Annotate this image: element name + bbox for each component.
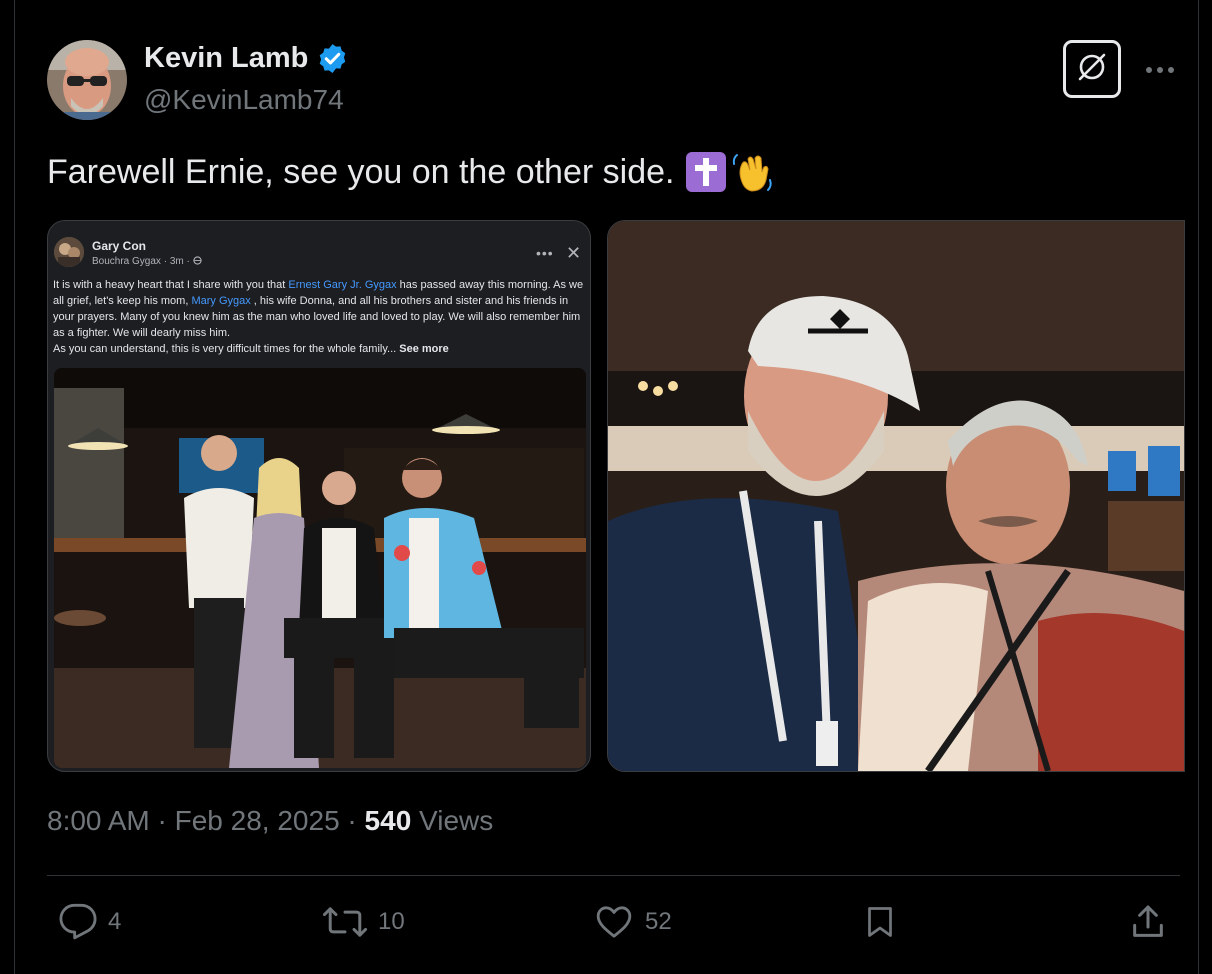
fb-link-ernest: Ernest Gary Jr. Gygax [288, 279, 397, 291]
bookmark-button[interactable] [862, 900, 898, 944]
author-name[interactable]: Kevin Lamb [144, 42, 349, 75]
divider [47, 875, 1180, 876]
tweet-text-content: Farewell Ernie, see you on the other sid… [47, 152, 675, 191]
fb-post-meta: Bouchra Gygax · 3m · [92, 256, 202, 267]
bookmark-icon [862, 902, 898, 942]
views-label: Views [419, 805, 494, 836]
fb-close-icon: ✕ [566, 243, 582, 263]
repost-button[interactable]: 10 [322, 900, 405, 944]
waving-hand-emoji-icon [730, 150, 774, 194]
grok-icon [1075, 50, 1109, 89]
views-count: 540 [364, 805, 412, 836]
reply-count: 4 [108, 908, 122, 935]
tweet-text: Farewell Ernie, see you on the other sid… [47, 150, 774, 194]
verified-badge-icon [316, 42, 349, 75]
repost-icon [322, 902, 368, 942]
right-border [1198, 0, 1199, 974]
like-count: 52 [645, 908, 672, 935]
tweet-time[interactable]: 8:00 AM [47, 805, 150, 836]
share-button[interactable] [1128, 900, 1168, 944]
fb-text-part4: As you can understand, this is very diff… [53, 343, 400, 355]
author-handle[interactable]: @KevinLamb74 [144, 84, 344, 116]
globe-icon [192, 256, 202, 267]
fb-more-icon: ••• [536, 245, 554, 261]
author-name-text[interactable]: Kevin Lamb [144, 42, 308, 75]
meta-separator: · [339, 805, 365, 836]
avatar[interactable] [47, 40, 127, 120]
left-border [14, 0, 15, 974]
fb-text-part1: It is with a heavy heart that I share wi… [53, 279, 289, 291]
meta-separator: · [149, 805, 175, 836]
media-image-selfie[interactable] [607, 220, 1185, 772]
reply-button[interactable]: 4 [58, 900, 121, 944]
fb-page-name: Gary Con [92, 239, 147, 253]
tweet-date[interactable]: Feb 28, 2025 [175, 805, 340, 836]
share-icon [1128, 902, 1168, 942]
fb-link-mary: Mary Gygax [191, 295, 251, 307]
tweet-metadata: 8:00 AM · Feb 28, 2025 · 540 Views [47, 805, 493, 837]
more-options-button[interactable] [1142, 56, 1178, 84]
reply-icon [58, 902, 98, 942]
fb-post-meta-text: Bouchra Gygax · 3m · [92, 256, 193, 267]
cross-emoji-icon [686, 152, 727, 192]
more-options-icon [1145, 61, 1175, 79]
fb-page-avatar [54, 237, 84, 267]
repost-count: 10 [378, 908, 405, 935]
fb-group-photo [54, 368, 586, 768]
fb-post-text: It is with a heavy heart that I share wi… [53, 277, 585, 357]
fb-see-more: See more [399, 343, 449, 355]
media-image-facebook-post[interactable]: Gary Con Bouchra Gygax · 3m · ••• ✕ It i… [47, 220, 591, 772]
grok-button[interactable] [1063, 40, 1121, 98]
like-icon [593, 902, 635, 942]
like-button[interactable]: 52 [593, 900, 672, 944]
